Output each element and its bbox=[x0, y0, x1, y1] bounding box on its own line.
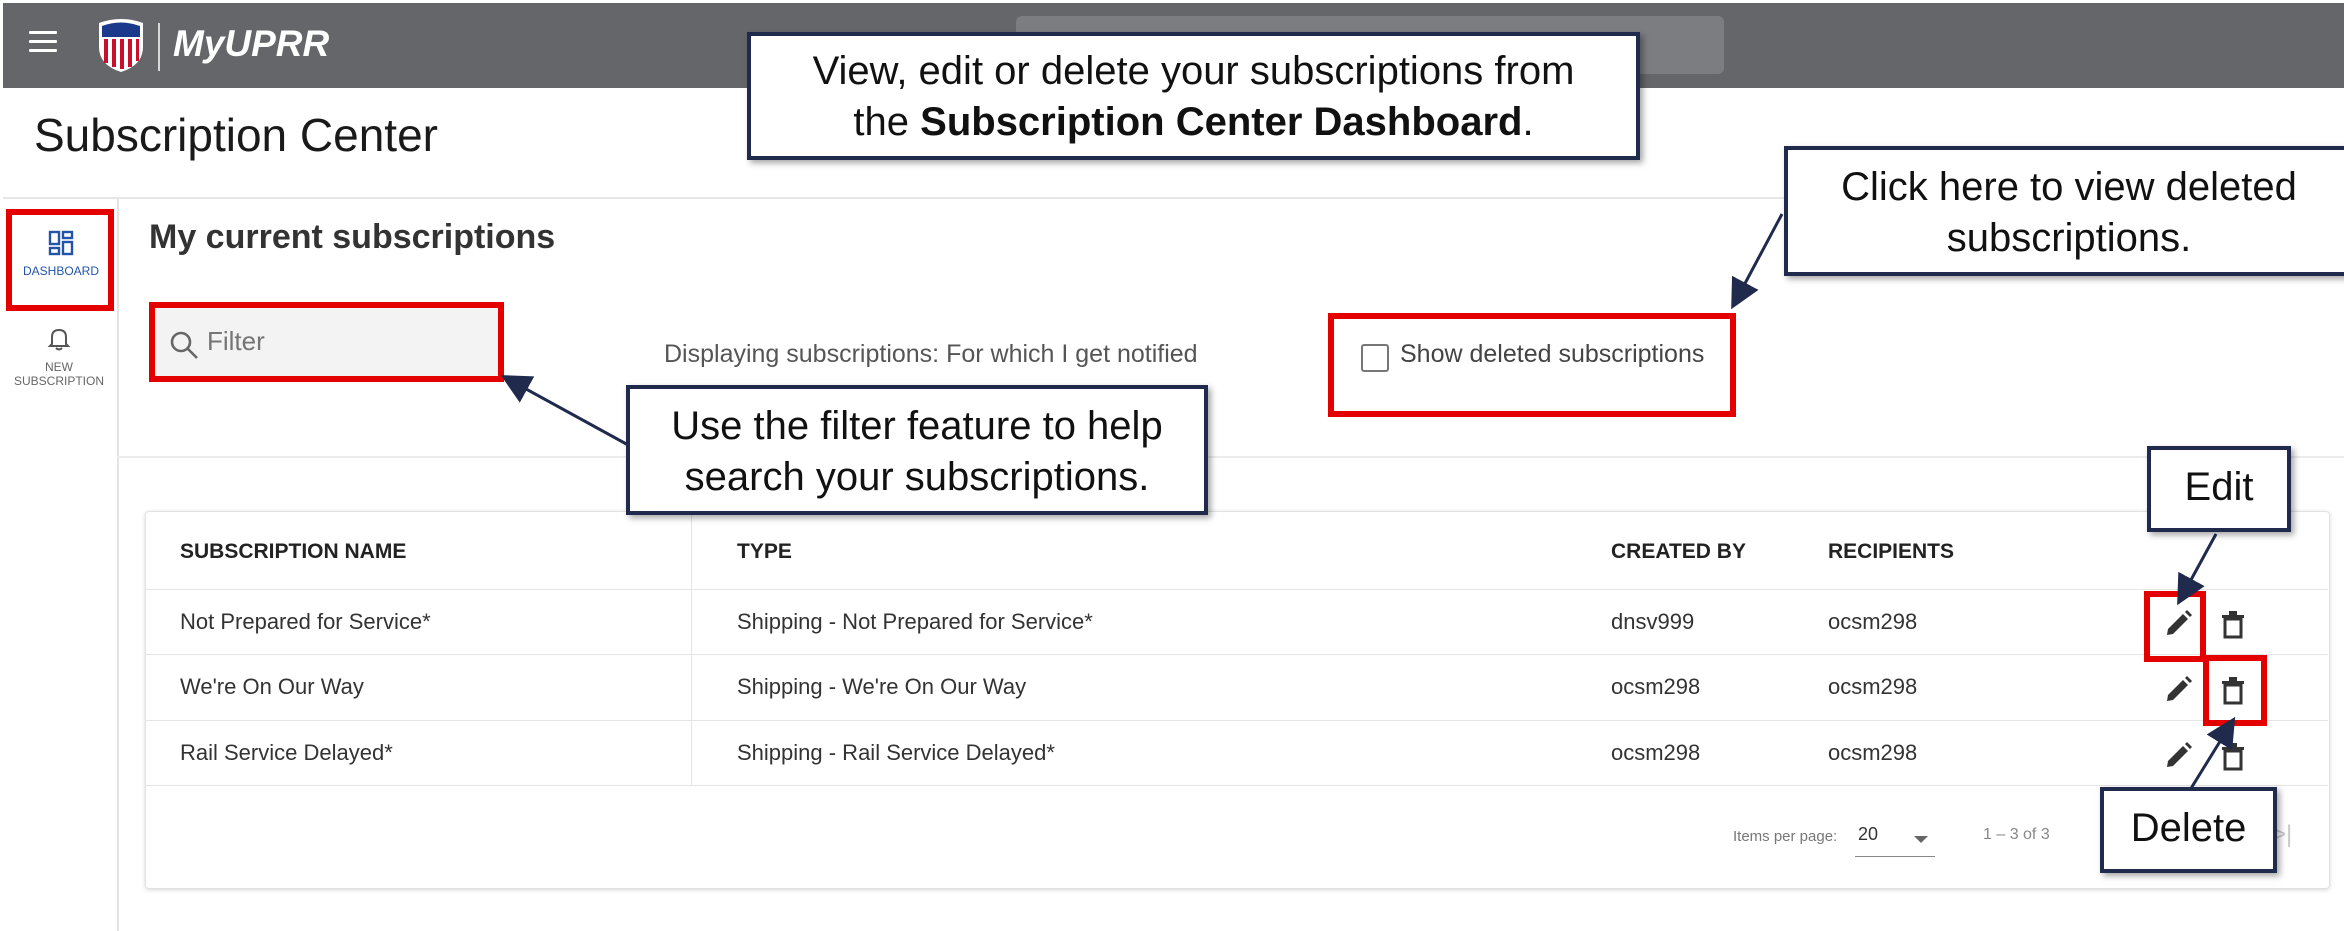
callout-filter: Use the filter feature to help search yo… bbox=[626, 385, 1208, 515]
callout-filter-line1: Use the filter feature to help bbox=[671, 404, 1163, 448]
callout-deleted-line1: Click here to view deleted bbox=[1841, 165, 2297, 209]
arrow-to-show-deleted bbox=[1731, 213, 1784, 310]
callout-deleted-line2: subscriptions. bbox=[1946, 216, 2192, 260]
callout-filter-line2: search your subscriptions. bbox=[684, 455, 1150, 499]
callout-dashboard-the: the bbox=[853, 100, 921, 144]
callout-dashboard-line2: the Subscription Center Dashboard. bbox=[751, 97, 1636, 148]
callout-dashboard-bold: Subscription Center Dashboard bbox=[920, 100, 1523, 144]
arrow-to-filter bbox=[500, 375, 631, 448]
callout-delete: Delete bbox=[2100, 787, 2277, 873]
callout-dashboard-line1: View, edit or delete your subscriptions … bbox=[812, 49, 1575, 93]
callout-delete-label: Delete bbox=[2130, 806, 2247, 850]
callout-show-deleted: Click here to view deleted subscriptions… bbox=[1784, 146, 2344, 276]
arrow-to-delete bbox=[2188, 716, 2236, 791]
callout-edit-label: Edit bbox=[2184, 465, 2254, 509]
arrow-to-edit bbox=[2177, 533, 2218, 606]
callout-dashboard: View, edit or delete your subscriptions … bbox=[747, 32, 1640, 160]
callout-dashboard-end: . bbox=[1522, 100, 1534, 144]
callout-edit: Edit bbox=[2147, 446, 2291, 532]
